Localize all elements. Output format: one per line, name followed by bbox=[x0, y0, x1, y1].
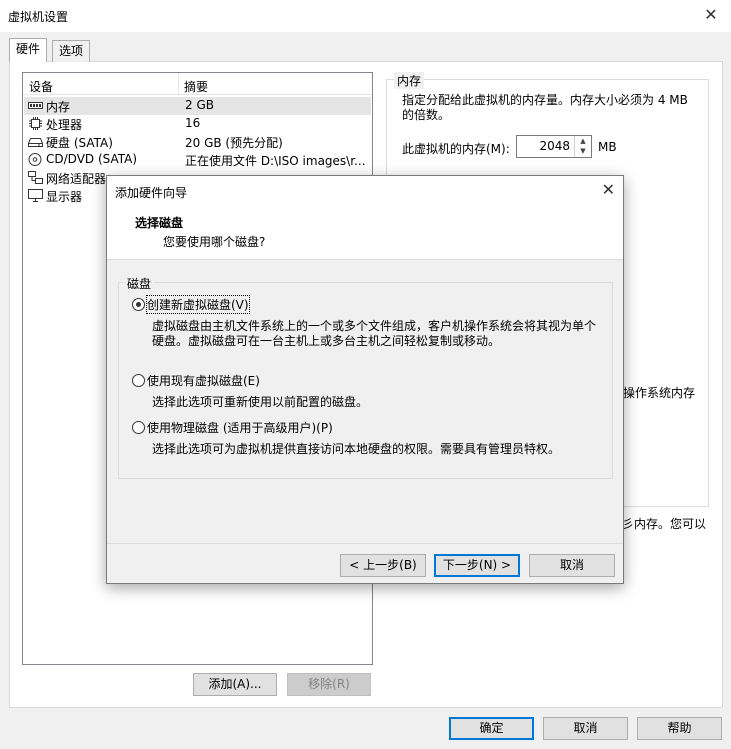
memory-size-value[interactable]: 2048 bbox=[539, 139, 570, 153]
device-list-header: 设备 摘要 bbox=[23, 73, 372, 95]
help-button[interactable]: 帮助 bbox=[637, 717, 722, 740]
use-physical-disk-description: 选择此选项可为虚拟机提供直接访问本地硬盘的权限。需要具有管理员特权。 bbox=[152, 442, 561, 456]
memory-group-title: 内存 bbox=[394, 72, 425, 89]
use-existing-disk-description: 选择此选项可重新使用以前配置的磁盘。 bbox=[152, 395, 369, 409]
device-row-cddvd[interactable]: CD/DVD (SATA) 正在使用文件 D:\ISO images\r... bbox=[24, 151, 371, 169]
tab-hardware[interactable]: 硬件 bbox=[9, 38, 48, 62]
memory-icon bbox=[28, 102, 43, 109]
memory-size-label: 此虚拟机的内存(M): bbox=[402, 142, 510, 156]
wizard-heading: 选择磁盘 bbox=[135, 216, 184, 230]
window-titlebar: 虚拟机设置 ✕ bbox=[0, 0, 731, 32]
wizard-cancel-button[interactable]: 取消 bbox=[529, 554, 615, 577]
device-summary: 20 GB (预先分配) bbox=[185, 136, 283, 150]
device-summary: 2 GB bbox=[185, 98, 214, 112]
device-row-harddisk[interactable]: 硬盘 (SATA) 20 GB (预先分配) bbox=[24, 133, 371, 151]
disk-group-title: 磁盘 bbox=[124, 275, 155, 292]
wizard-header: 选择磁盘 您要使用哪个磁盘? bbox=[107, 205, 623, 260]
cancel-button[interactable]: 取消 bbox=[543, 717, 628, 740]
device-row-processor[interactable]: 处理器 16 bbox=[24, 115, 371, 133]
device-name: 内存 bbox=[46, 100, 71, 114]
cpu-icon bbox=[29, 117, 42, 130]
wizard-subheading: 您要使用哪个磁盘? bbox=[163, 235, 266, 249]
column-header-summary[interactable]: 摘要 bbox=[184, 78, 208, 95]
create-new-disk-label[interactable]: 创建新虚拟磁盘(V) bbox=[146, 295, 250, 314]
memory-text-fragment: 彡内存。您可以 bbox=[622, 517, 707, 531]
cd-icon bbox=[28, 153, 42, 166]
window-title: 虚拟机设置 bbox=[8, 10, 69, 24]
use-physical-disk-label[interactable]: 使用物理磁盘 (适用于高级用户)(P) bbox=[147, 419, 333, 436]
create-new-disk-radio[interactable] bbox=[132, 298, 145, 311]
device-summary: 16 bbox=[185, 116, 201, 130]
device-name: 处理器 bbox=[46, 118, 83, 132]
add-device-button[interactable]: 添加(A)... bbox=[193, 673, 277, 696]
use-existing-disk-label[interactable]: 使用现有虚拟磁盘(E) bbox=[147, 372, 260, 389]
device-name: CD/DVD (SATA) bbox=[46, 152, 138, 166]
close-icon[interactable]: ✕ bbox=[602, 180, 615, 199]
wizard-separator bbox=[107, 543, 623, 544]
tab-options[interactable]: 选项 bbox=[52, 40, 91, 62]
device-name: 硬盘 (SATA) bbox=[46, 136, 113, 150]
create-new-disk-description: 虚拟磁盘由主机文件系统上的一个或多个文件组成，客户机操作系统会将其视为单个硬盘。… bbox=[152, 319, 597, 348]
memory-unit: MB bbox=[598, 140, 617, 154]
display-icon bbox=[28, 189, 43, 202]
add-hardware-wizard-dialog: 添加硬件向导 ✕ 选择磁盘 您要使用哪个磁盘? 磁盘 创建新虚拟磁盘(V) 虚拟… bbox=[106, 175, 624, 584]
remove-device-button[interactable]: 移除(R) bbox=[287, 673, 371, 696]
use-physical-disk-radio[interactable] bbox=[132, 421, 145, 434]
close-icon[interactable]: ✕ bbox=[699, 4, 723, 26]
wizard-title: 添加硬件向导 bbox=[115, 186, 188, 200]
memory-text-fragment: 操作系统内存 bbox=[623, 386, 696, 400]
device-name: 显示器 bbox=[46, 190, 83, 204]
device-name: 网络适配器 bbox=[46, 172, 107, 186]
memory-description: 指定分配给此虚拟机的内存量。内存大小必须为 4 MB 的倍数。 bbox=[402, 93, 688, 122]
use-existing-disk-radio[interactable] bbox=[132, 374, 145, 387]
device-row-memory[interactable]: 内存 2 GB bbox=[24, 97, 371, 115]
memory-size-spinner[interactable]: 2048 ▲ ▼ bbox=[516, 135, 592, 158]
back-button[interactable]: < 上一步(B) bbox=[340, 554, 426, 577]
spinner-arrows[interactable]: ▲ ▼ bbox=[574, 136, 591, 157]
spinner-up-icon[interactable]: ▲ bbox=[575, 136, 591, 146]
device-summary: 正在使用文件 D:\ISO images\r... bbox=[185, 154, 366, 168]
disk-icon bbox=[28, 138, 43, 147]
column-header-device[interactable]: 设备 bbox=[29, 78, 53, 95]
wizard-titlebar: 添加硬件向导 ✕ bbox=[107, 176, 623, 205]
spinner-down-icon[interactable]: ▼ bbox=[575, 146, 591, 156]
next-button[interactable]: 下一步(N) > bbox=[434, 554, 520, 577]
network-icon bbox=[28, 171, 43, 184]
ok-button[interactable]: 确定 bbox=[449, 717, 534, 740]
column-separator bbox=[178, 73, 179, 95]
